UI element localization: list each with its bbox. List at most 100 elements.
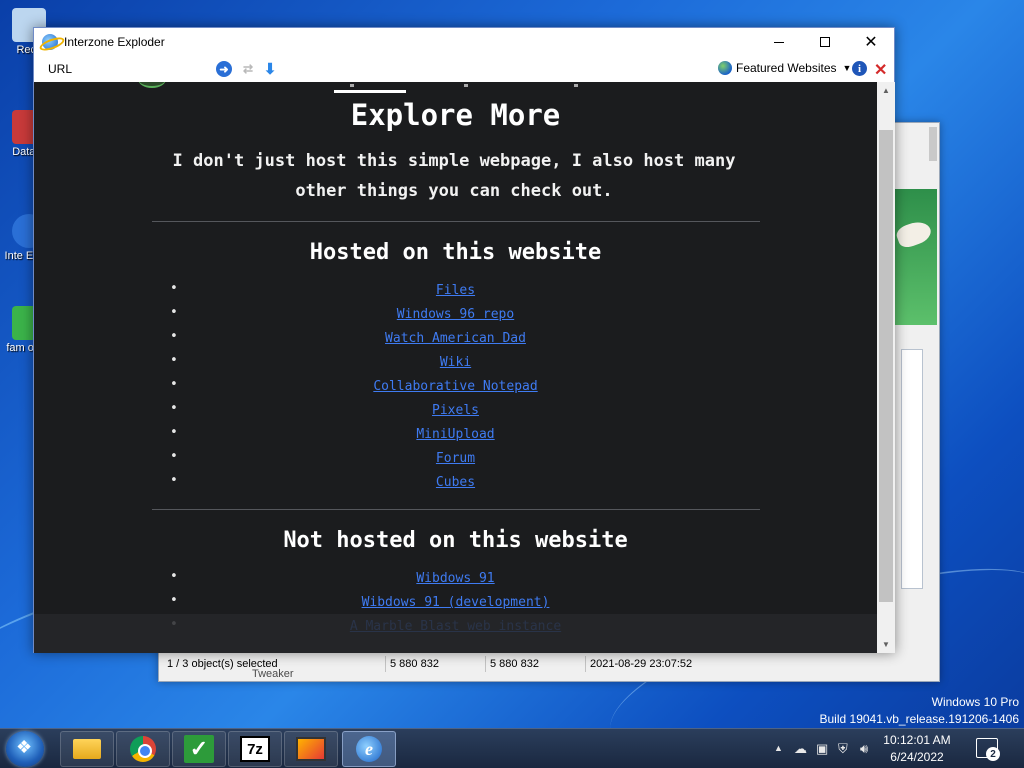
media-icon bbox=[296, 737, 326, 761]
list-item: • Collaborative Notepad bbox=[34, 373, 877, 397]
intro-text: I don't just host this simple webpage, I… bbox=[172, 151, 736, 201]
list-item: • Windows 96 repo bbox=[34, 301, 877, 325]
status-size: 5 880 832 bbox=[385, 656, 485, 672]
clock-time: 10:12:01 AM bbox=[883, 733, 951, 747]
page-link[interactable]: Wibdows 91 bbox=[416, 571, 494, 586]
system-clock[interactable]: 10:12:01 AM 6/24/2022 bbox=[870, 732, 964, 766]
scroll-down-button[interactable]: ▼ bbox=[877, 636, 895, 653]
cut-text-fragment bbox=[350, 84, 354, 87]
status-packed-size: 5 880 832 bbox=[485, 656, 585, 672]
taskbar-media-app[interactable] bbox=[284, 731, 338, 767]
chrome-icon bbox=[130, 736, 156, 762]
folder-icon bbox=[73, 739, 101, 759]
scroll-up-button[interactable]: ▲ bbox=[877, 82, 895, 99]
refresh-button[interactable]: ⇄ bbox=[240, 61, 256, 77]
page-link[interactable]: Pixels bbox=[432, 403, 479, 418]
list-item: • Watch American Dad bbox=[34, 325, 877, 349]
info-button[interactable]: i bbox=[852, 61, 867, 76]
go-button[interactable]: ➜ bbox=[216, 61, 232, 77]
chevron-down-icon: ▼ bbox=[842, 63, 852, 73]
background-scrollbar-thumb[interactable] bbox=[929, 127, 937, 161]
globe-icon bbox=[718, 61, 732, 75]
clock-date: 6/24/2022 bbox=[890, 750, 944, 764]
chevron-down-icon: ▼ bbox=[882, 640, 890, 649]
page-viewport[interactable]: Explore More I don't just host this simp… bbox=[34, 82, 877, 653]
arrow-right-icon: ➜ bbox=[219, 63, 229, 76]
list-item: • Wibdows 91 (development) bbox=[34, 589, 877, 613]
windows-edition: Windows 10 Pro bbox=[931, 695, 1019, 709]
page-bottom-strip bbox=[34, 614, 877, 653]
network-icon[interactable]: ▣ bbox=[816, 741, 828, 757]
bullet-icon: • bbox=[170, 377, 178, 392]
status-modified: 2021-08-29 23:07:52 bbox=[585, 656, 745, 672]
tweaker-label: Tweaker bbox=[252, 668, 294, 680]
window-title: Interzone Exploder bbox=[64, 35, 165, 49]
bullet-icon: • bbox=[170, 593, 178, 608]
maximize-button[interactable] bbox=[802, 28, 848, 56]
page-link[interactable]: Watch American Dad bbox=[385, 331, 526, 346]
page-link[interactable]: Cubes bbox=[436, 475, 475, 490]
stop-icon: ✕ bbox=[874, 62, 888, 79]
cut-text-fragment bbox=[464, 84, 468, 87]
cut-text-fragment bbox=[574, 84, 578, 87]
refresh-icon: ⇄ bbox=[242, 62, 254, 76]
browser-window[interactable]: Interzone Exploder ✕ URL ➜ ⇄ ⬇ Featured … bbox=[33, 27, 895, 653]
start-button[interactable] bbox=[6, 731, 44, 767]
bullet-icon: • bbox=[170, 449, 178, 464]
list-item: • Wiki bbox=[34, 349, 877, 373]
list-item: • Pixels bbox=[34, 397, 877, 421]
taskbar-file-explorer[interactable] bbox=[60, 731, 114, 767]
taskbar-7zip[interactable]: 7z bbox=[228, 731, 282, 767]
download-arrow-icon: ⬇ bbox=[263, 61, 277, 78]
page-link[interactable]: Files bbox=[436, 283, 475, 298]
page-heading: Explore More bbox=[350, 98, 561, 132]
page-link[interactable]: Windows 96 repo bbox=[397, 307, 514, 322]
bullet-icon: • bbox=[170, 353, 178, 368]
minimize-button[interactable] bbox=[756, 28, 802, 56]
chevron-up-icon: ▲ bbox=[882, 86, 890, 95]
system-tray: ▲ ☁ ▣ ⛨ 🔊︎ 10:12:01 AM 6/24/2022 2 bbox=[764, 729, 1024, 768]
vertical-scrollbar[interactable]: ▲ ▼ bbox=[877, 82, 895, 653]
page-link[interactable]: Wibdows 91 (development) bbox=[362, 595, 550, 610]
page-link[interactable]: Wiki bbox=[440, 355, 471, 370]
minimize-icon bbox=[774, 41, 784, 43]
notification-count-badge: 2 bbox=[986, 747, 1000, 761]
security-shield-icon[interactable]: ⛨ bbox=[838, 741, 848, 757]
address-toolbar: URL ➜ ⇄ ⬇ Featured Websites ▼ i ✕ bbox=[34, 56, 894, 82]
featured-websites-label: Featured Websites bbox=[736, 61, 837, 75]
title-bar[interactable]: Interzone Exploder ✕ bbox=[34, 28, 894, 56]
logo-image bbox=[138, 82, 166, 88]
page-link[interactable]: Collaborative Notepad bbox=[373, 379, 537, 394]
heading-underline bbox=[334, 90, 406, 93]
7zip-icon: 7z bbox=[240, 736, 270, 762]
list-item: • Forum bbox=[34, 445, 877, 469]
cloud-icon[interactable]: ☁ bbox=[794, 741, 807, 757]
taskbar: ✓ 7z e ▲ ☁ ▣ ⛨ 🔊︎ 10:12:01 AM 6/24/2022 … bbox=[0, 728, 1024, 768]
scrollbar-thumb[interactable] bbox=[879, 130, 893, 602]
bullet-icon: • bbox=[170, 329, 178, 344]
checkmark-icon: ✓ bbox=[184, 735, 214, 763]
bullet-icon: • bbox=[170, 281, 178, 296]
close-icon: ✕ bbox=[864, 34, 878, 51]
download-button[interactable]: ⬇ bbox=[262, 61, 278, 78]
list-item: • Files bbox=[34, 277, 877, 301]
taskbar-interzone-exploder[interactable]: e bbox=[342, 731, 396, 767]
bullet-icon: • bbox=[170, 305, 178, 320]
show-hidden-icons-button[interactable]: ▲ bbox=[774, 743, 783, 753]
divider bbox=[152, 221, 760, 222]
list-item: • Wibdows 91 bbox=[34, 565, 877, 589]
taskbar-chrome[interactable] bbox=[116, 731, 170, 767]
windows-build: Build 19041.vb_release.191206-1406 bbox=[819, 712, 1020, 726]
stop-button[interactable]: ✕ bbox=[874, 60, 887, 80]
page-link[interactable]: Forum bbox=[436, 451, 475, 466]
close-button[interactable]: ✕ bbox=[848, 28, 894, 56]
bullet-icon: • bbox=[170, 473, 178, 488]
page-link[interactable]: MiniUpload bbox=[416, 427, 494, 442]
url-field[interactable]: URL bbox=[48, 62, 72, 76]
taskbar-checkmark-app[interactable]: ✓ bbox=[172, 731, 226, 767]
windows-watermark: Windows 10 Pro Build 19041.vb_release.19… bbox=[820, 694, 1020, 728]
webpage: Explore More I don't just host this simp… bbox=[34, 82, 877, 653]
maximize-icon bbox=[820, 37, 830, 47]
featured-websites-menu[interactable]: Featured Websites ▼ bbox=[718, 61, 851, 75]
volume-icon[interactable]: 🔊︎ bbox=[860, 741, 868, 757]
